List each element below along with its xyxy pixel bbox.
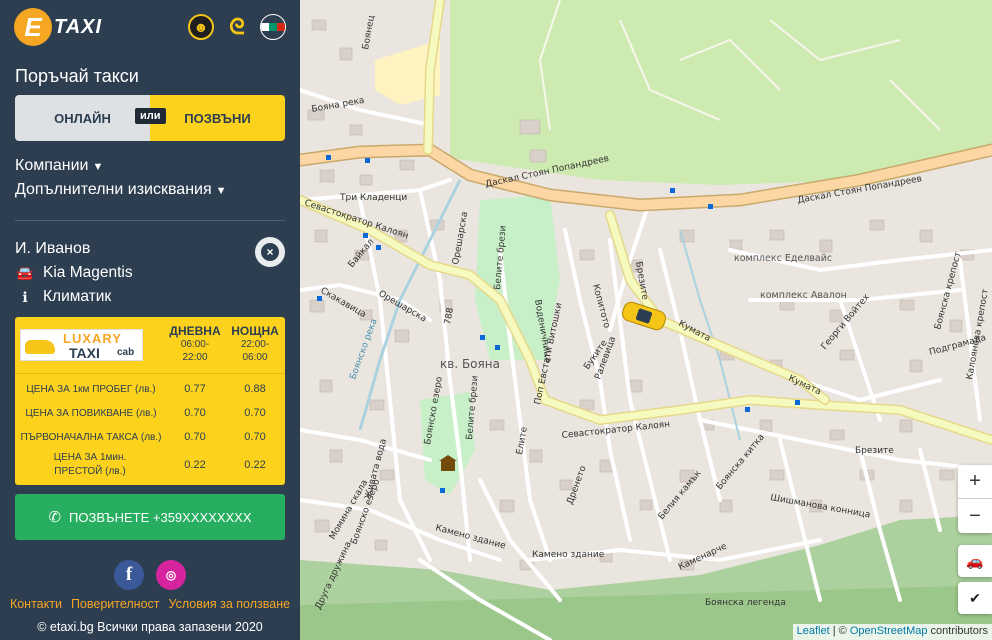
companies-dropdown[interactable]: Компании ▼	[15, 157, 103, 175]
svg-text:Орешарска: Орешарска	[451, 211, 470, 266]
route-icon[interactable]: ᘓ	[224, 14, 250, 40]
svg-text:Белите брези: Белите брези	[465, 375, 481, 440]
tariff-row: ПЪРВОНАЧАЛНА ТАКСА (лв.) 0.70 0.70	[15, 427, 285, 451]
car-icon: 🚘	[16, 264, 34, 281]
extra-requirements-label: Допълнителни изисквания	[15, 181, 212, 198]
order-mode-toggle: ОНЛАЙН ПОЗВЪНИ или	[15, 95, 285, 141]
sidebar: E TAXI ☻ ᘓ Поръчай такси ОНЛАЙН ПОЗВЪНИ …	[0, 0, 300, 640]
tariff-separator	[15, 373, 285, 374]
companies-label: Компании	[15, 157, 89, 174]
svg-text:Боянец: Боянец	[361, 15, 377, 51]
tariff-row-label: ПЪРВОНАЧАЛНА ТАКСА (лв.)	[20, 432, 162, 443]
svg-text:Брезите: Брезите	[855, 446, 894, 456]
attribution-text: contributors	[927, 625, 988, 637]
chevron-down-icon: ▼	[215, 185, 227, 197]
tariff-night-value: 0.22	[244, 459, 266, 471]
driver-name: И. Иванов	[15, 240, 91, 257]
tariff-day-value: 0.70	[184, 407, 206, 419]
night-tariff-name: НОЩНА	[231, 324, 279, 338]
footer-links: Контакти Поверителност Условия за ползва…	[0, 597, 300, 611]
instagram-icon[interactable]: ◎	[156, 560, 186, 590]
tariff-day-value: 0.70	[184, 431, 206, 443]
header-icons: ☻ ᘓ	[188, 14, 286, 40]
order-title: Поръчай такси	[15, 66, 139, 86]
company-logo: LUXARY TAXI cab	[20, 329, 143, 361]
taxi-car-icon	[25, 340, 55, 354]
call-phone-label: ПОЗВЪНЕТЕ +359XXXXXXXX	[69, 509, 252, 525]
leaflet-link[interactable]: Leaflet	[797, 625, 830, 637]
tariff-row-label: ЦЕНА ЗА ПОВИКВАНЕ (лв.)	[25, 408, 157, 419]
driver-car: Kia Magentis	[43, 264, 133, 281]
night-tariff-header: НОЩНА 22:00- 06:00	[220, 324, 290, 364]
svg-text:Кумата: Кумата	[787, 374, 823, 398]
tariff-table: LUXARY TAXI cab ДНЕВНА 06:00- 22:00 НОЩН…	[15, 317, 285, 485]
phone-icon: ✆	[48, 509, 62, 526]
confirm-button[interactable]: ✔	[958, 582, 992, 614]
svg-text:комплекс Авалон: комплекс Авалон	[760, 290, 847, 301]
tariff-night-value: 0.88	[244, 383, 266, 395]
tariff-row-label: ЦЕНА ЗА 1мин. ПРЕСТОЙ (лв.)	[53, 452, 127, 477]
divider	[15, 220, 285, 221]
company-logo-text: LUXARY	[63, 331, 122, 346]
facebook-icon[interactable]: f	[114, 560, 144, 590]
tariff-row-label: ЦЕНА ЗА 1км ПРОБЕГ (лв.)	[26, 384, 156, 395]
tariff-night-value: 0.70	[244, 407, 266, 419]
svg-text:788: 788	[443, 307, 456, 326]
etaxi-logo[interactable]: E TAXI	[14, 8, 102, 46]
car-icon: 🚗	[966, 552, 984, 569]
company-logo-text: cab	[117, 347, 135, 358]
driver-feature: Климатик	[43, 288, 112, 305]
close-driver-button[interactable]: ×	[255, 237, 285, 267]
chevron-down-icon: ▼	[92, 161, 104, 173]
call-mode-button[interactable]: ПОЗВЪНИ	[150, 95, 285, 141]
map-attribution: Leaflet | © OpenStreetMap contributors	[792, 624, 992, 640]
contacts-link[interactable]: Контакти	[10, 597, 62, 611]
svg-text:Боянска легенда: Боянска легенда	[705, 598, 786, 608]
svg-text:Боянско река: Боянско река	[348, 318, 379, 382]
close-icon: ×	[261, 243, 279, 261]
driver-car-row: 🚘 Kia Magentis	[15, 264, 133, 282]
zoom-control: + −	[958, 465, 992, 533]
extra-requirements-dropdown[interactable]: Допълнителни изисквания ▼	[15, 181, 227, 199]
tariff-day-value: 0.22	[184, 459, 206, 471]
or-label: или	[135, 108, 166, 124]
tariff-row: ЦЕНА ЗА 1мин. ПРЕСТОЙ (лв.) 0.22 0.22	[15, 451, 285, 481]
privacy-link[interactable]: Поверителност	[71, 597, 160, 611]
attribution-separator: | ©	[829, 625, 850, 637]
online-button[interactable]: ОНЛАЙН	[15, 95, 150, 141]
night-tariff-time: 06:00	[242, 352, 268, 363]
tariff-day-value: 0.77	[184, 383, 206, 395]
info-icon: ℹ	[22, 288, 28, 305]
svg-text:Три Кладенци: Три Кладенци	[339, 193, 407, 203]
tariff-row: ЦЕНА ЗА ПОВИКВАНЕ (лв.) 0.70 0.70	[15, 403, 285, 427]
night-tariff-time: 22:00-	[240, 339, 270, 350]
terms-link[interactable]: Условия за ползване	[169, 597, 291, 611]
car-locate-button[interactable]: 🚗	[958, 545, 992, 577]
svg-text:Боянска китка: Боянска китка	[715, 432, 767, 491]
map[interactable]: Даскал Стоян Попандреев Даскал Стоян Поп…	[300, 0, 992, 640]
svg-text:Елите: Елите	[515, 426, 530, 456]
logo-letter: E	[14, 8, 52, 46]
zoom-in-button[interactable]: +	[958, 465, 992, 499]
copyright: © etaxi.bg Всички права запазени 2020	[37, 620, 263, 634]
driver-icon[interactable]: ☻	[188, 14, 214, 40]
driver-feature-row: ℹ Климатик	[15, 288, 111, 306]
svg-text:Копитото: Копитото	[590, 283, 611, 330]
svg-text:комплекс Еделвайс: комплекс Еделвайс	[734, 253, 832, 264]
check-icon: ✔	[969, 589, 981, 606]
svg-text:Бояна река: Бояна река	[311, 96, 365, 115]
osm-link[interactable]: OpenStreetMap	[850, 625, 928, 637]
zoom-out-button[interactable]: −	[958, 499, 992, 533]
logo-text: TAXI	[54, 16, 103, 38]
bulgarian-flag-icon[interactable]	[260, 14, 286, 40]
svg-text:Камено здание: Камено здание	[532, 550, 605, 560]
company-logo-text: TAXI	[69, 345, 100, 361]
tariff-row: ЦЕНА ЗА 1км ПРОБЕГ (лв.) 0.77 0.88	[15, 379, 285, 403]
svg-text:кв. Бояна: кв. Бояна	[440, 357, 500, 371]
tariff-night-value: 0.70	[244, 431, 266, 443]
call-phone-button[interactable]: ✆ ПОЗВЪНЕТЕ +359XXXXXXXX	[15, 494, 285, 540]
svg-text:Шишманова конница: Шишманова конница	[769, 493, 870, 520]
